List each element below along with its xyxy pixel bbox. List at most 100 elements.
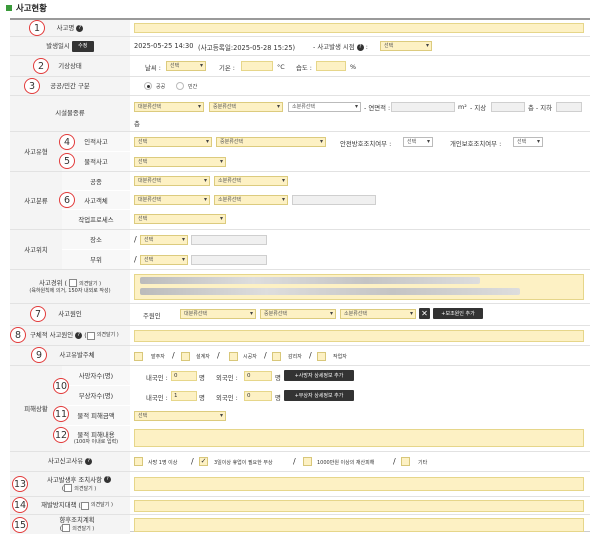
help-icon[interactable]: ? bbox=[85, 458, 93, 465]
plan-textarea[interactable] bbox=[134, 518, 584, 532]
injury-foreign-input[interactable]: 0 bbox=[244, 391, 272, 401]
radio-private[interactable] bbox=[176, 82, 184, 90]
prevention-input[interactable] bbox=[134, 500, 584, 512]
cause-major-select[interactable]: 대분류선택 bbox=[180, 309, 256, 319]
reason-checkbox-injury[interactable]: ✓ bbox=[199, 457, 208, 466]
help-icon[interactable]: ? bbox=[76, 24, 84, 32]
temp-input[interactable] bbox=[241, 61, 273, 71]
radio-public[interactable] bbox=[144, 82, 152, 90]
amount-select[interactable]: 선택 bbox=[134, 411, 226, 421]
subject-designer-label: 설계자 bbox=[196, 354, 210, 360]
cause-minor-select[interactable]: 소분류선택 bbox=[340, 309, 416, 319]
row-subject: 사고유발주체 9 발주자 / 설계자 / 시공자 / 감리자 / 작업자 bbox=[10, 346, 590, 366]
temp-label: 기온 : bbox=[219, 64, 235, 72]
accident-form-table: 사고명 ? 1 발생일시 수정 2025-05-25 14:30 (사고등록일:… bbox=[10, 18, 590, 534]
row-prevention: 재발방지대책 ( 의견달기 ) 14 bbox=[10, 497, 590, 515]
safety-label: 안전방호조치여부 : bbox=[340, 140, 392, 148]
marker-14: 14 bbox=[12, 497, 28, 513]
subject-checkbox-worker[interactable] bbox=[317, 352, 326, 361]
personal-select[interactable]: 선택 bbox=[513, 137, 543, 147]
time-select[interactable]: 선택 bbox=[380, 41, 432, 51]
humidity-input[interactable] bbox=[316, 61, 346, 71]
marker-10: 10 bbox=[53, 378, 69, 394]
occurred-edit-button[interactable]: 수정 bbox=[71, 40, 94, 52]
specific-cause-input[interactable] bbox=[134, 330, 584, 342]
subject-constructor-label: 시공자 bbox=[243, 354, 257, 360]
plan-opinion-checkbox[interactable] bbox=[62, 524, 71, 533]
marker-2: 2 bbox=[33, 58, 49, 74]
human-middle-select[interactable]: 중분류선택 bbox=[216, 137, 326, 147]
row-facility: 시설물종류 대분류선택 중분류선택 소분류선택 - 연면적 : m² - 지상 … bbox=[10, 96, 590, 132]
subject-checkbox-constructor[interactable] bbox=[229, 352, 238, 361]
work-major-select[interactable]: 대분류선택 bbox=[134, 176, 210, 186]
below-label: 층 - 지하 bbox=[528, 104, 553, 112]
reason-checkbox-other[interactable] bbox=[401, 457, 410, 466]
marker-7: 7 bbox=[30, 306, 46, 322]
injury-domestic-input[interactable]: 1 bbox=[171, 391, 197, 401]
place-select[interactable]: 선택 bbox=[140, 235, 188, 245]
progress-opinion-checkbox[interactable] bbox=[69, 279, 78, 287]
progress-label: 사고경위 ( 의견달기 ) (육하원칙에 의거, 150자 내외로 작성) bbox=[10, 270, 130, 303]
reason-injury-label: 3일이상 휴업이 필요한 부상 bbox=[214, 460, 273, 466]
death-foreign-input[interactable]: 0 bbox=[244, 371, 272, 381]
place-input[interactable] bbox=[191, 235, 267, 245]
detail-textarea[interactable] bbox=[134, 429, 584, 447]
help-icon[interactable]: ? bbox=[104, 476, 111, 484]
divider-slash: / bbox=[293, 457, 296, 466]
human-type-select[interactable]: 선택 bbox=[134, 137, 212, 147]
part-input[interactable] bbox=[191, 255, 267, 265]
radio-private-label: 민간 bbox=[188, 84, 198, 90]
below-floors-input[interactable] bbox=[556, 102, 582, 112]
marker-12: 12 bbox=[53, 427, 69, 443]
material-select[interactable]: 선택 bbox=[134, 157, 226, 167]
accident-name-input[interactable] bbox=[134, 23, 584, 33]
facility-major-select[interactable]: 대분류선택 bbox=[134, 102, 204, 112]
reason-checkbox-property[interactable] bbox=[303, 457, 312, 466]
subject-label: 사고유발주체 bbox=[10, 346, 130, 365]
facility-middle-select[interactable]: 중분류선택 bbox=[209, 102, 283, 112]
help-icon[interactable]: ? bbox=[75, 332, 83, 339]
area-input[interactable] bbox=[391, 102, 455, 112]
safety-select[interactable]: 선택 bbox=[403, 137, 433, 147]
death-label: 사망자수(명) bbox=[62, 366, 130, 385]
measure-textarea[interactable] bbox=[134, 477, 584, 491]
floor-unit: 층 bbox=[134, 120, 140, 128]
facility-minor-select[interactable]: 소분류선택 bbox=[288, 102, 361, 112]
row-ownership: 공공/민간 구분 3 공공 민간 bbox=[10, 77, 590, 96]
above-label: - 지상 bbox=[470, 104, 487, 112]
row-weather: 기상상태 2 날씨 : 선택 기온 : °C 습도 : % bbox=[10, 56, 590, 77]
subject-checkbox-owner[interactable] bbox=[134, 352, 143, 361]
above-floors-input[interactable] bbox=[491, 102, 525, 112]
object-minor-select[interactable]: 소분류선택 bbox=[214, 195, 288, 205]
add-sub-cause-button[interactable]: +보조원인 추가 bbox=[433, 308, 483, 319]
reason-checkbox-death[interactable] bbox=[134, 457, 143, 466]
add-injury-detail-button[interactable]: +부상자 상세정보 추가 bbox=[284, 390, 354, 401]
row-report-reason: 사고신고사유 ? 사망 1명 이상 / ✓ 3일이상 휴업이 필요한 부상 / … bbox=[10, 452, 590, 472]
marker-8: 8 bbox=[10, 327, 26, 343]
object-major-select[interactable]: 대분류선택 bbox=[134, 195, 210, 205]
part-select[interactable]: 선택 bbox=[140, 255, 188, 265]
row-specific-cause: 구체적 사고원인 ? ( 의견달기 ) 8 bbox=[10, 326, 590, 346]
divider-slash: / bbox=[264, 351, 267, 360]
weather-select[interactable]: 선택 bbox=[166, 61, 206, 71]
prevention-opinion-checkbox[interactable] bbox=[80, 501, 89, 510]
specific-opinion-checkbox[interactable] bbox=[86, 331, 95, 340]
row-occurred: 발생일시 수정 2025-05-25 14:30 (사고등록일:2025-05-… bbox=[10, 37, 590, 56]
cause-middle-select[interactable]: 중분류선택 bbox=[260, 309, 336, 319]
marker-15: 15 bbox=[12, 517, 28, 533]
work-minor-select[interactable]: 소분류선택 bbox=[214, 176, 288, 186]
process-select[interactable]: 선택 bbox=[134, 214, 226, 224]
injury-domestic-unit: 명 bbox=[199, 394, 205, 402]
help-icon[interactable]: ? bbox=[356, 43, 364, 51]
subject-checkbox-designer[interactable] bbox=[181, 352, 190, 361]
subject-checkbox-supervisor[interactable] bbox=[272, 352, 281, 361]
add-death-detail-button[interactable]: +사망자 상세정보 추가 bbox=[284, 370, 354, 381]
death-domestic-label: 내국인 : bbox=[146, 374, 168, 382]
location-label: 사고위치 bbox=[10, 230, 62, 269]
object-detail-input[interactable] bbox=[292, 195, 376, 205]
row-damage: 피해상황 사망자수(명) 부상자수(명) 물적 피해금액 물적 피해내용 (100… bbox=[10, 366, 590, 452]
injury-foreign-unit: 명 bbox=[275, 394, 281, 402]
close-icon[interactable]: ✕ bbox=[419, 308, 430, 319]
death-domestic-input[interactable]: 0 bbox=[171, 371, 197, 381]
measure-opinion-checkbox[interactable] bbox=[64, 483, 73, 492]
